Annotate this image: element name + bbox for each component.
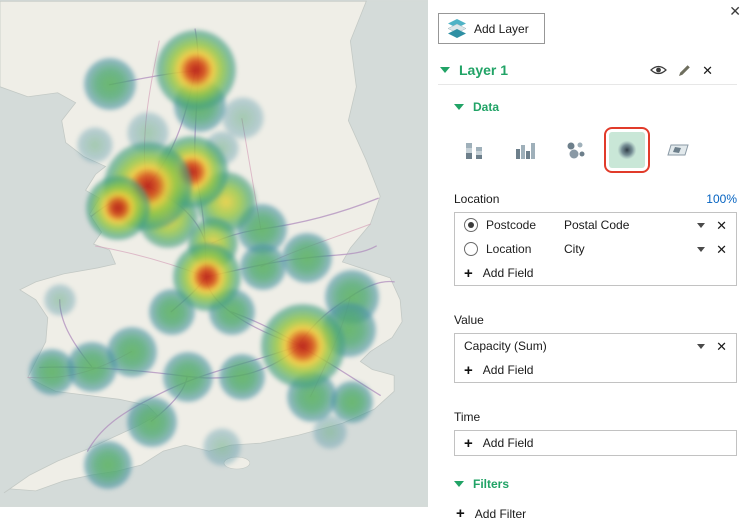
- value-field-row: Capacity (Sum) ✕: [455, 334, 736, 358]
- value-label: Value: [454, 313, 484, 327]
- add-filter-button[interactable]: + Add Filter: [456, 506, 526, 521]
- add-filter-label: Add Filter: [475, 507, 526, 521]
- location-radio[interactable]: [464, 242, 478, 256]
- add-layer-label: Add Layer: [474, 22, 529, 36]
- heat-spot: [331, 381, 373, 423]
- add-layer-button[interactable]: Add Layer: [438, 13, 545, 44]
- time-fieldset: + Add Field: [454, 430, 737, 456]
- layer-header: Layer 1 ✕: [438, 60, 737, 85]
- heat-spot: [77, 127, 113, 163]
- value-add-field-row: + Add Field: [455, 358, 736, 382]
- time-add-field-button[interactable]: + Add Field: [464, 436, 533, 451]
- chevron-down-icon[interactable]: [697, 344, 705, 349]
- chevron-down-icon[interactable]: [697, 247, 705, 252]
- heat-spot: [163, 352, 213, 402]
- remove-value-field-button[interactable]: ✕: [716, 340, 727, 353]
- location-label-row: Location 100%: [454, 192, 737, 206]
- location-label: Location: [454, 192, 499, 206]
- heat-spot: [84, 441, 132, 489]
- value-label-row: Value: [454, 313, 737, 327]
- location-radio-label[interactable]: Location: [486, 242, 531, 256]
- heat-spot: [44, 284, 76, 316]
- time-add-field-row: + Add Field: [455, 431, 736, 455]
- plus-icon: +: [456, 506, 465, 521]
- heat-spot: [282, 233, 332, 283]
- add-field-label: Add Field: [483, 266, 534, 280]
- postcode-field-dropdown[interactable]: Postal Code: [564, 218, 691, 232]
- chevron-down-icon[interactable]: [697, 223, 705, 228]
- location-field-row: Postcode Postal Code ✕: [455, 213, 736, 237]
- 3d-maps-window: ✕ Add Layer Layer 1: [0, 0, 750, 507]
- heat-map-icon: [616, 139, 638, 161]
- map-canvas[interactable]: [0, 0, 428, 507]
- heat-spot: [127, 397, 177, 447]
- filters-section-header: Filters: [454, 477, 737, 491]
- heat-spot: [240, 244, 286, 290]
- location-fieldset: Postcode Postal Code ✕ Location City ✕ +…: [454, 212, 737, 286]
- layer-rename-button[interactable]: [678, 64, 691, 77]
- viz-type-heat-map[interactable]: [609, 132, 645, 168]
- postcode-radio-label[interactable]: Postcode: [486, 218, 536, 232]
- region-icon: [667, 139, 689, 161]
- remove-postcode-field-button[interactable]: ✕: [716, 219, 727, 232]
- heat-spot: [86, 176, 150, 240]
- location-add-field-row: + Add Field: [455, 261, 736, 285]
- city-field-dropdown[interactable]: City: [564, 242, 691, 256]
- clustered-column-icon: [514, 139, 536, 161]
- viz-type-clustered-column[interactable]: [507, 132, 543, 168]
- close-icon[interactable]: ✕: [729, 4, 741, 18]
- heat-spot: [203, 428, 241, 466]
- collapse-layer-chevron-icon[interactable]: [440, 67, 450, 73]
- viz-type-stacked-column[interactable]: [456, 132, 492, 168]
- heat-spot: [29, 349, 75, 395]
- layer-title: Layer 1: [459, 62, 508, 78]
- remove-city-field-button[interactable]: ✕: [716, 243, 727, 256]
- value-add-field-button[interactable]: + Add Field: [464, 363, 533, 378]
- plus-icon: +: [464, 363, 473, 378]
- add-field-label: Add Field: [483, 363, 534, 377]
- visualization-type-row: [456, 127, 737, 173]
- time-label: Time: [454, 410, 480, 424]
- plus-icon: +: [464, 436, 473, 451]
- stacked-column-icon: [463, 139, 485, 161]
- layer-pane: ✕ Add Layer Layer 1: [428, 0, 750, 507]
- heat-spot: [156, 30, 236, 110]
- layers-icon: [448, 19, 466, 38]
- plus-icon: +: [464, 266, 473, 281]
- data-section-header: Data: [454, 100, 737, 114]
- heat-spot: [84, 58, 136, 110]
- pencil-icon: [678, 64, 691, 77]
- heat-spot: [261, 304, 345, 388]
- time-label-row: Time: [454, 410, 737, 424]
- add-field-label: Add Field: [483, 436, 534, 450]
- collapse-filters-chevron-icon[interactable]: [454, 481, 464, 487]
- location-field-row: Location City ✕: [455, 237, 736, 261]
- geocoding-accuracy-link[interactable]: 100%: [706, 192, 737, 206]
- collapse-data-chevron-icon[interactable]: [454, 104, 464, 110]
- heat-spot: [173, 243, 241, 311]
- viz-type-bubble[interactable]: [558, 132, 594, 168]
- heatmap-layer: [0, 0, 428, 507]
- viz-type-region[interactable]: [660, 132, 696, 168]
- postcode-radio[interactable]: [464, 218, 478, 232]
- value-fieldset: Capacity (Sum) ✕ + Add Field: [454, 333, 737, 383]
- value-field-dropdown[interactable]: Capacity (Sum): [464, 339, 691, 353]
- add-filter-row: + Add Filter: [456, 506, 737, 521]
- layer-delete-button[interactable]: ✕: [702, 64, 713, 77]
- eye-icon: [650, 64, 667, 76]
- layer-visibility-button[interactable]: [650, 64, 667, 76]
- location-add-field-button[interactable]: + Add Field: [464, 266, 533, 281]
- bubble-icon: [565, 139, 587, 161]
- data-section-title: Data: [473, 100, 499, 114]
- filters-section-title: Filters: [473, 477, 509, 491]
- heat-spot: [219, 354, 265, 400]
